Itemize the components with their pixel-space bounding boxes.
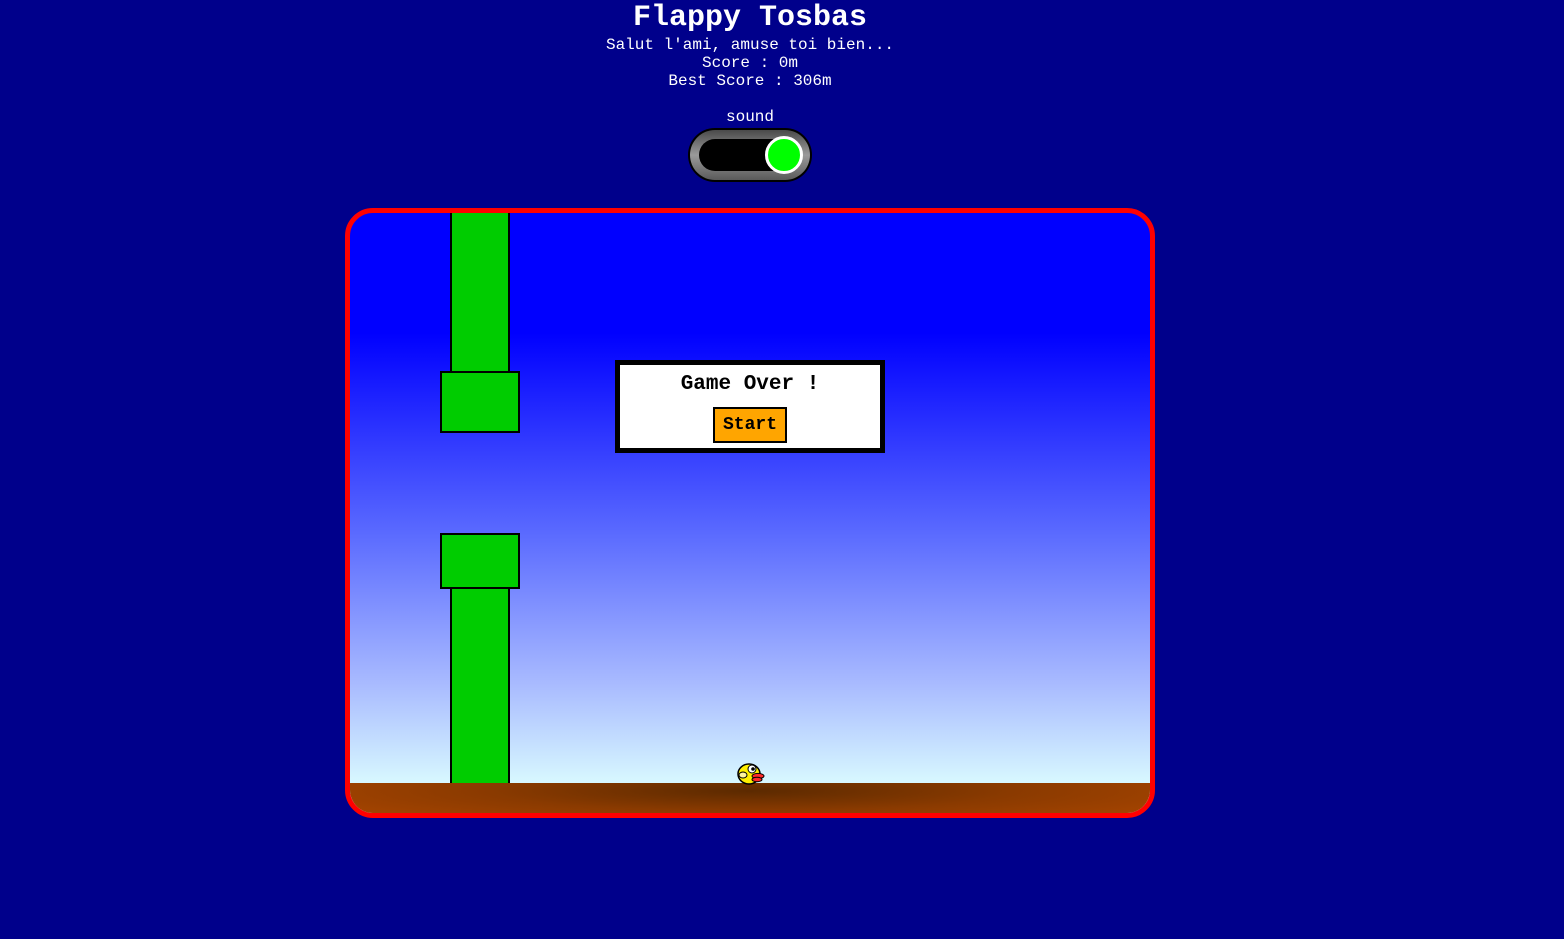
current-score: Score : 0m xyxy=(701,54,798,72)
bird-icon xyxy=(737,763,765,785)
pipe-bottom-cap xyxy=(440,533,520,589)
game-over-dialog: Game Over ! Start xyxy=(615,360,885,453)
page-title: Flappy Tosbas xyxy=(632,1,868,35)
best-score: Best Score : 306m xyxy=(668,72,832,90)
game-over-title: Game Over ! xyxy=(680,373,820,396)
game-canvas[interactable]: Game Over ! Start xyxy=(345,208,1155,818)
pipe-bottom-body xyxy=(450,587,510,787)
pipe-top-cap xyxy=(440,371,520,433)
sound-label: sound xyxy=(725,108,774,126)
sound-toggle-knob[interactable] xyxy=(765,136,803,174)
greeting-text: Salut l'ami, amuse toi bien... xyxy=(605,36,895,54)
ground xyxy=(350,783,1150,813)
start-button[interactable]: Start xyxy=(713,407,787,443)
sound-toggle[interactable] xyxy=(688,128,812,182)
pipe-top-body xyxy=(450,213,510,375)
